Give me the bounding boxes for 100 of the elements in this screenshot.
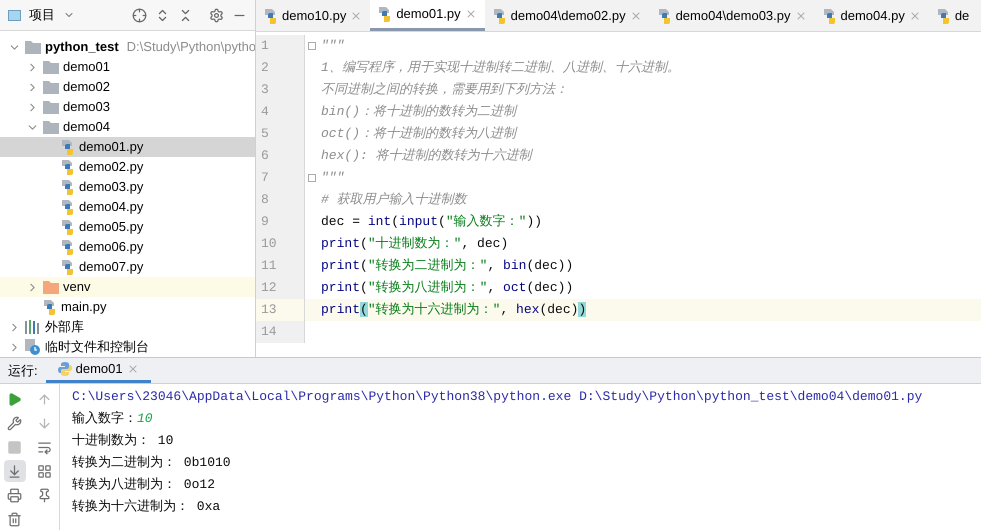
python-file-icon (658, 8, 672, 24)
folder-icon (25, 40, 41, 54)
editor-tab[interactable]: demo04\demo03.py (650, 0, 814, 31)
tree-item[interactable]: demo07.py (0, 257, 255, 277)
run-label: 运行: (7, 362, 39, 380)
python-file-icon (61, 259, 75, 275)
console-line: 转换为八进制为： 0o12 (72, 476, 216, 494)
tree-item[interactable]: main.py (0, 297, 255, 317)
line-number: 6 (256, 145, 304, 167)
line-number: 10 (256, 233, 304, 255)
tree-item[interactable]: venv (0, 277, 255, 297)
folder-icon (43, 120, 59, 134)
tree-item[interactable]: demo05.py (0, 217, 255, 237)
fold-marker-icon[interactable] (308, 42, 316, 50)
line-number: 14 (256, 321, 304, 343)
tree-item[interactable]: demo01.py (0, 137, 255, 157)
code-text: print("转换为八进制为：", oct(dec)) (321, 279, 574, 298)
tree-item[interactable]: demo02 (0, 77, 255, 97)
editor-tab[interactable]: demo04.py (814, 0, 929, 31)
tree-item-label: main.py (61, 298, 107, 316)
line-number: 8 (256, 189, 304, 211)
tree-item-label: demo03 (63, 98, 110, 116)
wrap-text-icon (36, 440, 52, 454)
console-line: 转换为二进制为： 0b1010 (72, 454, 232, 472)
tree-item-label: demo01 (63, 58, 110, 76)
python-file-icon (492, 8, 507, 24)
tree-item-label: demo02 (63, 78, 110, 96)
python-file-icon (936, 8, 951, 24)
tree-item-label: demo01.py (79, 138, 144, 156)
settings-icon[interactable] (209, 8, 224, 22)
library-bars-icon (25, 320, 41, 334)
line-number: 5 (256, 123, 304, 145)
editor-tab[interactable]: demo10.py (256, 0, 370, 31)
editor-tab[interactable]: de (928, 0, 978, 31)
code-text: """ (321, 169, 344, 188)
folder-icon (43, 100, 59, 114)
tree-item[interactable]: demo03.py (0, 177, 255, 197)
tree-item-label: venv (63, 278, 90, 296)
folder-icon (43, 280, 59, 294)
python-file-icon (61, 239, 75, 255)
tree-item[interactable]: demo06.py (0, 237, 255, 257)
close-icon[interactable] (630, 10, 642, 22)
python-file-icon (264, 8, 278, 24)
print-icon (7, 488, 22, 502)
stop-icon (7, 440, 22, 454)
tree-item-label: python_test (45, 38, 119, 56)
fold-marker-icon[interactable] (308, 174, 316, 182)
line-number: 12 (256, 277, 304, 299)
close-icon[interactable] (126, 363, 139, 375)
tree-item-label: demo06.py (79, 238, 144, 256)
tree-item[interactable]: demo04.py (0, 197, 255, 217)
toolbar-button[interactable] (4, 460, 26, 482)
console-line: 输入数字：10 (72, 410, 154, 428)
console-line: C:\Users\23046\AppData\Local\Programs\Python\Python38\python.exe D:\Study\Python\python_test\demo04\demo01.py (72, 388, 924, 406)
tree-item[interactable]: demo02.py (0, 157, 255, 177)
python-file-icon (61, 219, 75, 235)
line-number: 7 (256, 167, 304, 189)
close-icon[interactable] (350, 10, 362, 22)
trash-icon (7, 512, 22, 526)
python-file-icon (61, 199, 75, 215)
console-line: 十进制数为： 10 (72, 432, 174, 450)
code-text: # 获取用户输入十进制数 (321, 191, 467, 210)
tree-item[interactable]: 临时文件和控制台 (0, 337, 255, 357)
close-icon[interactable] (464, 8, 477, 20)
python-logo-icon (58, 362, 72, 376)
line-number: 9 (256, 211, 304, 233)
arrow-down-icon (36, 416, 52, 430)
tree-item[interactable]: demo01 (0, 57, 255, 77)
close-icon[interactable] (908, 10, 921, 22)
code-text: hex(): 将十进制的数转为十六进制 (321, 147, 532, 166)
tree-item-label: demo02.py (79, 158, 144, 176)
tree-item-label: 外部库 (45, 318, 84, 336)
run-icon (7, 392, 22, 406)
tree-item-label: demo04 (63, 118, 110, 136)
code-text: """ (321, 37, 344, 56)
run-tab[interactable]: demo01 (46, 358, 151, 383)
tree-item-label: demo04.py (79, 198, 144, 216)
pin-icon (36, 488, 52, 502)
tree-item-label: demo05.py (79, 218, 144, 236)
line-number: 4 (256, 101, 304, 123)
python-file-icon (61, 179, 75, 195)
close-icon[interactable] (794, 10, 806, 22)
tree-item[interactable]: 外部库 (0, 317, 255, 337)
code-text: print("转换为十六进制为：", hex(dec)) (321, 301, 586, 320)
editor-tab[interactable]: demo04\demo02.py (484, 0, 650, 31)
line-number: 11 (256, 255, 304, 277)
folder-icon (43, 60, 59, 74)
code-text: oct()：将十进制的数转为八进制 (321, 125, 516, 144)
panel-title[interactable]: 项目 (29, 5, 55, 25)
python-file-icon (822, 8, 836, 24)
tree-item-label: demo03.py (79, 178, 144, 196)
scroll-to-end-icon (7, 464, 22, 478)
panel-square-icon (8, 10, 21, 20)
tree-item[interactable]: demo03 (0, 97, 255, 117)
editor-tab[interactable]: demo01.py (370, 0, 485, 31)
code-text: dec = int(input("输入数字：")) (321, 213, 542, 232)
python-file-icon (378, 6, 392, 22)
locate-crosshair-icon[interactable] (132, 8, 147, 22)
tree-item[interactable]: demo04 (0, 117, 255, 137)
wrench-icon (7, 416, 22, 430)
